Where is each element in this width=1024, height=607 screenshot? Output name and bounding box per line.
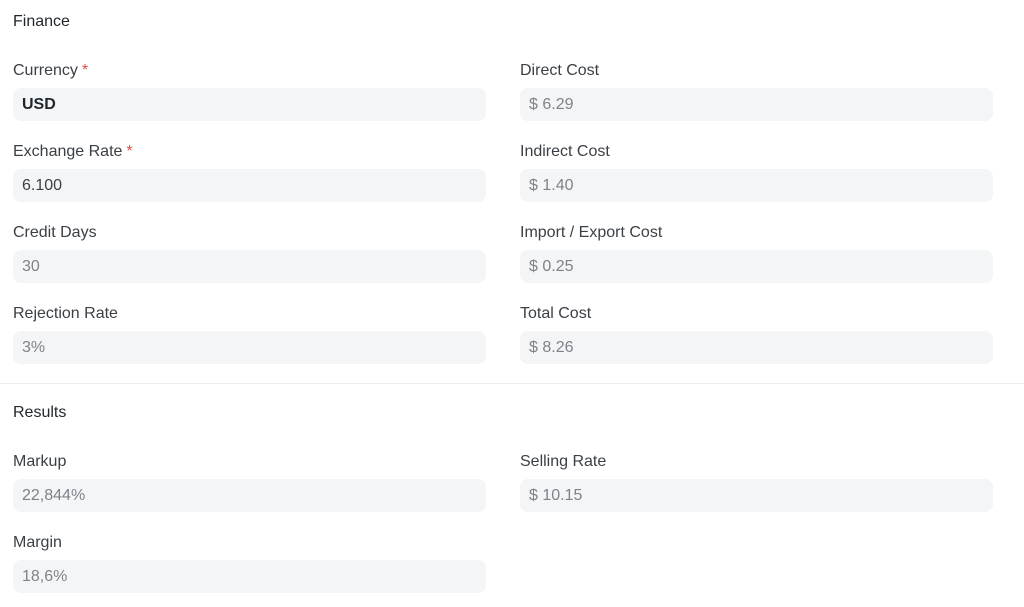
markup-value: 22,844% (13, 479, 486, 512)
indirect-cost-label: Indirect Cost (520, 143, 610, 160)
exchange-rate-input[interactable]: 6.100 (13, 169, 486, 202)
currency-label: Currency (13, 62, 78, 79)
margin-field: Margin 18,6% (13, 533, 486, 607)
import-export-cost-value: $ 0.25 (520, 250, 993, 283)
total-cost-field: Total Cost $ 8.26 (520, 304, 993, 385)
finance-grid: Currency * USD Exchange Rate * 6.100 Credi… (13, 61, 1011, 385)
finance-left-column: Currency * USD Exchange Rate * 6.100 Credi… (13, 61, 486, 385)
rejection-rate-label: Rejection Rate (13, 305, 118, 322)
total-cost-value: $ 8.26 (520, 331, 993, 364)
credit-days-label: Credit Days (13, 224, 97, 241)
finance-section: Finance Currency * USD Exchange Rate * 6.1… (0, 0, 1024, 383)
results-section-title: Results (13, 404, 67, 421)
import-export-cost-label: Import / Export Cost (520, 224, 663, 241)
finance-right-column: Direct Cost $ 6.29 Indirect Cost $ 1.40 … (520, 61, 993, 385)
markup-field: Markup 22,844% (13, 452, 486, 533)
results-section: Results Markup 22,844% Margin 18,6% Sell… (0, 384, 1024, 607)
exchange-rate-required-mark: * (126, 143, 133, 160)
margin-label: Margin (13, 534, 62, 551)
rejection-rate-input[interactable]: 3% (13, 331, 486, 364)
direct-cost-label: Direct Cost (520, 62, 600, 79)
credit-days-field: Credit Days 30 (13, 223, 486, 304)
indirect-cost-value: $ 1.40 (520, 169, 993, 202)
rejection-rate-field: Rejection Rate 3% (13, 304, 486, 385)
selling-rate-value: $ 10.15 (520, 479, 993, 512)
exchange-rate-label: Exchange Rate (13, 143, 123, 160)
selling-rate-label: Selling Rate (520, 453, 607, 470)
margin-value: 18,6% (13, 560, 486, 593)
results-grid: Markup 22,844% Margin 18,6% Selling Rate… (13, 452, 1011, 607)
markup-label: Markup (13, 453, 67, 470)
exchange-rate-field: Exchange Rate * 6.100 (13, 142, 486, 223)
direct-cost-value: $ 6.29 (520, 88, 993, 121)
indirect-cost-field: Indirect Cost $ 1.40 (520, 142, 993, 223)
direct-cost-field: Direct Cost $ 6.29 (520, 61, 993, 142)
currency-input[interactable]: USD (13, 88, 486, 121)
total-cost-label: Total Cost (520, 305, 592, 322)
finance-section-title: Finance (13, 13, 70, 30)
currency-required-mark: * (81, 62, 89, 79)
currency-field: Currency * USD (13, 61, 486, 142)
import-export-cost-field: Import / Export Cost $ 0.25 (520, 223, 993, 304)
credit-days-input[interactable]: 30 (13, 250, 486, 283)
selling-rate-field: Selling Rate $ 10.15 (520, 452, 993, 533)
results-left-column: Markup 22,844% Margin 18,6% (13, 452, 486, 607)
results-right-column: Selling Rate $ 10.15 (520, 452, 993, 607)
